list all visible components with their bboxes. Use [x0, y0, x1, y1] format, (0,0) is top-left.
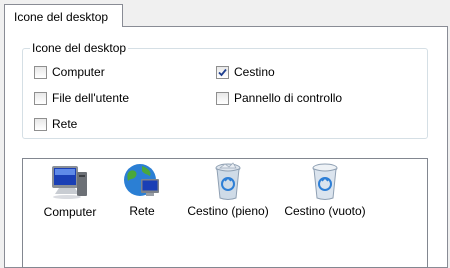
- checkbox-label: File dell'utente: [52, 91, 130, 105]
- checkbox-box[interactable]: [216, 91, 229, 105]
- checkbox-computer[interactable]: Computer: [34, 65, 105, 79]
- list-item-computer[interactable]: Computer: [38, 164, 102, 219]
- recycle-bin-empty-icon: [312, 163, 338, 200]
- item-label: Cestino (pieno): [187, 204, 269, 218]
- item-label: Cestino (vuoto): [284, 204, 366, 218]
- recycle-bin-full-icon: [215, 162, 241, 200]
- checkbox-box[interactable]: [34, 117, 47, 131]
- groupbox-title: Icone del desktop: [30, 41, 129, 55]
- computer-icon: [52, 166, 87, 199]
- tab-desktop-icons[interactable]: Icone del desktop: [4, 4, 123, 27]
- item-label: Computer: [43, 205, 97, 219]
- checkmark-icon: [218, 68, 227, 76]
- checkbox-recycle-bin[interactable]: Cestino: [216, 65, 275, 79]
- list-item-recycle-bin-full[interactable]: Cestino (pieno): [184, 162, 272, 218]
- checkbox-box-checked[interactable]: [216, 65, 229, 79]
- checkbox-user-files[interactable]: File dell'utente: [34, 91, 129, 105]
- checkbox-network[interactable]: Rete: [34, 117, 77, 131]
- checkbox-box[interactable]: [34, 91, 47, 105]
- checkbox-control-panel[interactable]: Pannello di controllo: [216, 91, 342, 105]
- list-item-network[interactable]: Rete: [114, 162, 170, 218]
- checkbox-label: Cestino: [234, 65, 275, 79]
- checkbox-label: Computer: [52, 65, 105, 79]
- checkbox-box[interactable]: [34, 65, 47, 79]
- checkbox-label: Pannello di controllo: [234, 91, 343, 105]
- tab-label: Icone del desktop: [14, 10, 109, 24]
- network-globe-icon: [124, 164, 159, 196]
- item-label: Rete: [129, 204, 155, 218]
- checkbox-label: Rete: [52, 117, 78, 131]
- list-item-recycle-bin-empty[interactable]: Cestino (vuoto): [280, 162, 370, 218]
